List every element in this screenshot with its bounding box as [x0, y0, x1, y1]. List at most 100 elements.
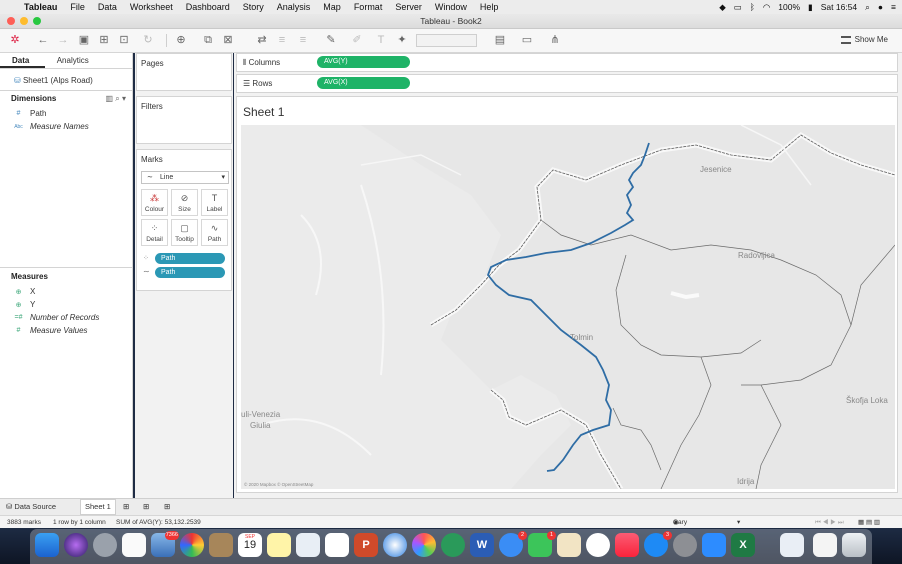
- pin-icon[interactable]: ✦: [395, 33, 409, 47]
- menu-worksheet[interactable]: Worksheet: [130, 2, 173, 12]
- menu-data[interactable]: Data: [98, 2, 117, 12]
- excel-icon[interactable]: X: [731, 533, 755, 557]
- find-my-icon[interactable]: [441, 533, 465, 557]
- spotlight-icon[interactable]: ⌕: [865, 2, 870, 13]
- tab-analytics[interactable]: Analytics: [45, 53, 132, 68]
- fit-dropdown[interactable]: [416, 34, 477, 47]
- menu-help[interactable]: Help: [480, 2, 499, 12]
- trash-icon[interactable]: [842, 533, 866, 557]
- menu-format[interactable]: Format: [354, 2, 383, 12]
- chrome-icon[interactable]: [180, 533, 204, 557]
- tab-data-source[interactable]: ⛁ Data Source: [6, 502, 56, 511]
- rows-shelf[interactable]: ☰ Rows AVG(X): [236, 74, 898, 93]
- map-view[interactable]: Jesenice Radovljica Tolmin uli-Venezia G…: [241, 125, 895, 489]
- pages-card[interactable]: Pages: [136, 53, 232, 91]
- tooltip-button[interactable]: ▢ Tooltip: [171, 219, 198, 246]
- marks-path-pill[interactable]: Path: [155, 267, 225, 278]
- messages-icon[interactable]: 2: [499, 531, 527, 557]
- notes-icon[interactable]: [267, 533, 291, 557]
- detail-button[interactable]: ⁘ Detail: [141, 219, 168, 246]
- filters-card[interactable]: Filters: [136, 96, 232, 144]
- size-button[interactable]: ⊘ Size: [171, 189, 198, 216]
- notification-center-icon[interactable]: ≡: [891, 2, 896, 12]
- clear-sheet-icon[interactable]: ⊠: [221, 33, 235, 47]
- battery-label[interactable]: 100%: [778, 2, 800, 12]
- dimensions-tools-icon[interactable]: ▥ ⌕ ▾: [106, 94, 127, 104]
- show-cards-icon[interactable]: ▤: [493, 33, 507, 47]
- menu-map[interactable]: Map: [323, 2, 341, 12]
- field-number-of-records[interactable]: =# Number of Records: [14, 313, 100, 322]
- save-icon[interactable]: ▣: [77, 33, 91, 47]
- tableau-logo-icon[interactable]: ✲: [8, 33, 22, 47]
- finder-icon[interactable]: [35, 533, 59, 557]
- mark-type-dropdown[interactable]: ∼ Line ▾: [141, 171, 229, 184]
- share-icon[interactable]: ⋔: [548, 33, 562, 47]
- powerpoint-icon[interactable]: P: [354, 533, 378, 557]
- safari-icon[interactable]: [383, 533, 407, 557]
- sort-descending-icon[interactable]: ≡: [296, 33, 310, 47]
- path-button[interactable]: ∿ Path: [201, 219, 228, 246]
- app-store-icon[interactable]: 3: [644, 531, 672, 557]
- refresh-icon[interactable]: ↻: [141, 33, 155, 47]
- word-icon[interactable]: W: [470, 533, 494, 557]
- system-preferences-icon[interactable]: [673, 533, 697, 557]
- menu-file[interactable]: File: [70, 2, 85, 12]
- sort-ascending-icon[interactable]: ≡: [275, 33, 289, 47]
- photos-app-icon[interactable]: 7366: [151, 531, 179, 557]
- launchpad-icon[interactable]: [93, 533, 117, 557]
- field-x[interactable]: ⊕ X: [14, 287, 36, 296]
- close-window-button[interactable]: [7, 17, 15, 25]
- new-data-source-icon[interactable]: ⊞: [97, 33, 111, 47]
- siri-icon[interactable]: [64, 533, 88, 557]
- notebook-icon[interactable]: [209, 533, 233, 557]
- field-measure-names[interactable]: Abc Measure Names: [14, 122, 89, 131]
- downloads-folder-icon[interactable]: [813, 533, 837, 557]
- dropbox-icon[interactable]: ◆: [719, 2, 726, 13]
- field-y[interactable]: ⊕ Y: [14, 300, 36, 309]
- labels-icon[interactable]: T: [374, 33, 388, 47]
- show-me-button[interactable]: Show Me: [840, 35, 888, 44]
- presentation-icon[interactable]: ▭: [520, 33, 534, 47]
- columns-pill[interactable]: AVG(Y): [317, 56, 410, 68]
- sheet-title[interactable]: Sheet 1: [243, 105, 284, 119]
- new-dashboard-tab-icon[interactable]: ⊞: [143, 502, 149, 511]
- zoom-app-icon[interactable]: [702, 533, 726, 557]
- wifi-icon[interactable]: ◠: [763, 2, 770, 13]
- new-worksheet-tab-icon[interactable]: ⊞: [123, 502, 129, 511]
- facetime-icon[interactable]: 1: [528, 531, 556, 557]
- battery-icon[interactable]: ▮: [808, 2, 813, 13]
- bluetooth-icon[interactable]: ᛒ: [750, 2, 755, 12]
- menu-dashboard[interactable]: Dashboard: [186, 2, 230, 12]
- group-icon[interactable]: ✐: [350, 33, 364, 47]
- new-story-tab-icon[interactable]: ⊞: [164, 502, 170, 511]
- display-icon[interactable]: ▭: [734, 2, 742, 13]
- colour-button[interactable]: ⁂ Colour: [141, 189, 168, 216]
- duplicate-icon[interactable]: ⧉: [201, 33, 215, 47]
- label-button[interactable]: T Label: [201, 189, 228, 216]
- news-icon[interactable]: [586, 533, 610, 557]
- calendar-icon[interactable]: SEP 19: [238, 533, 262, 557]
- field-path[interactable]: # Path: [14, 109, 47, 118]
- swap-icon[interactable]: ⇄: [255, 33, 269, 47]
- tab-sheet-1[interactable]: Sheet 1: [80, 499, 116, 515]
- clock[interactable]: Sat 16:54: [821, 2, 857, 12]
- field-measure-values[interactable]: # Measure Values: [14, 326, 88, 335]
- undo-icon[interactable]: ←: [36, 33, 50, 47]
- preview-icon[interactable]: [557, 533, 581, 557]
- zoom-window-button[interactable]: [33, 17, 41, 25]
- highlight-icon[interactable]: ✎: [324, 33, 338, 47]
- maps-icon[interactable]: [296, 533, 320, 557]
- minimize-window-button[interactable]: [20, 17, 28, 25]
- music-icon[interactable]: [615, 533, 639, 557]
- menu-analysis[interactable]: Analysis: [277, 2, 311, 12]
- redo-icon[interactable]: →: [56, 33, 70, 47]
- menu-story[interactable]: Story: [243, 2, 264, 12]
- data-source-item[interactable]: ⛁ Sheet1 (Alps Road): [14, 76, 93, 85]
- reminders-icon[interactable]: [325, 533, 349, 557]
- user-icon[interactable]: ●: [878, 2, 883, 12]
- menu-window[interactable]: Window: [435, 2, 467, 12]
- marks-path-detail-pill[interactable]: Path: [155, 253, 225, 264]
- tab-data[interactable]: Data: [0, 53, 45, 68]
- new-worksheet-icon[interactable]: ⊕: [174, 33, 188, 47]
- menu-server[interactable]: Server: [395, 2, 422, 12]
